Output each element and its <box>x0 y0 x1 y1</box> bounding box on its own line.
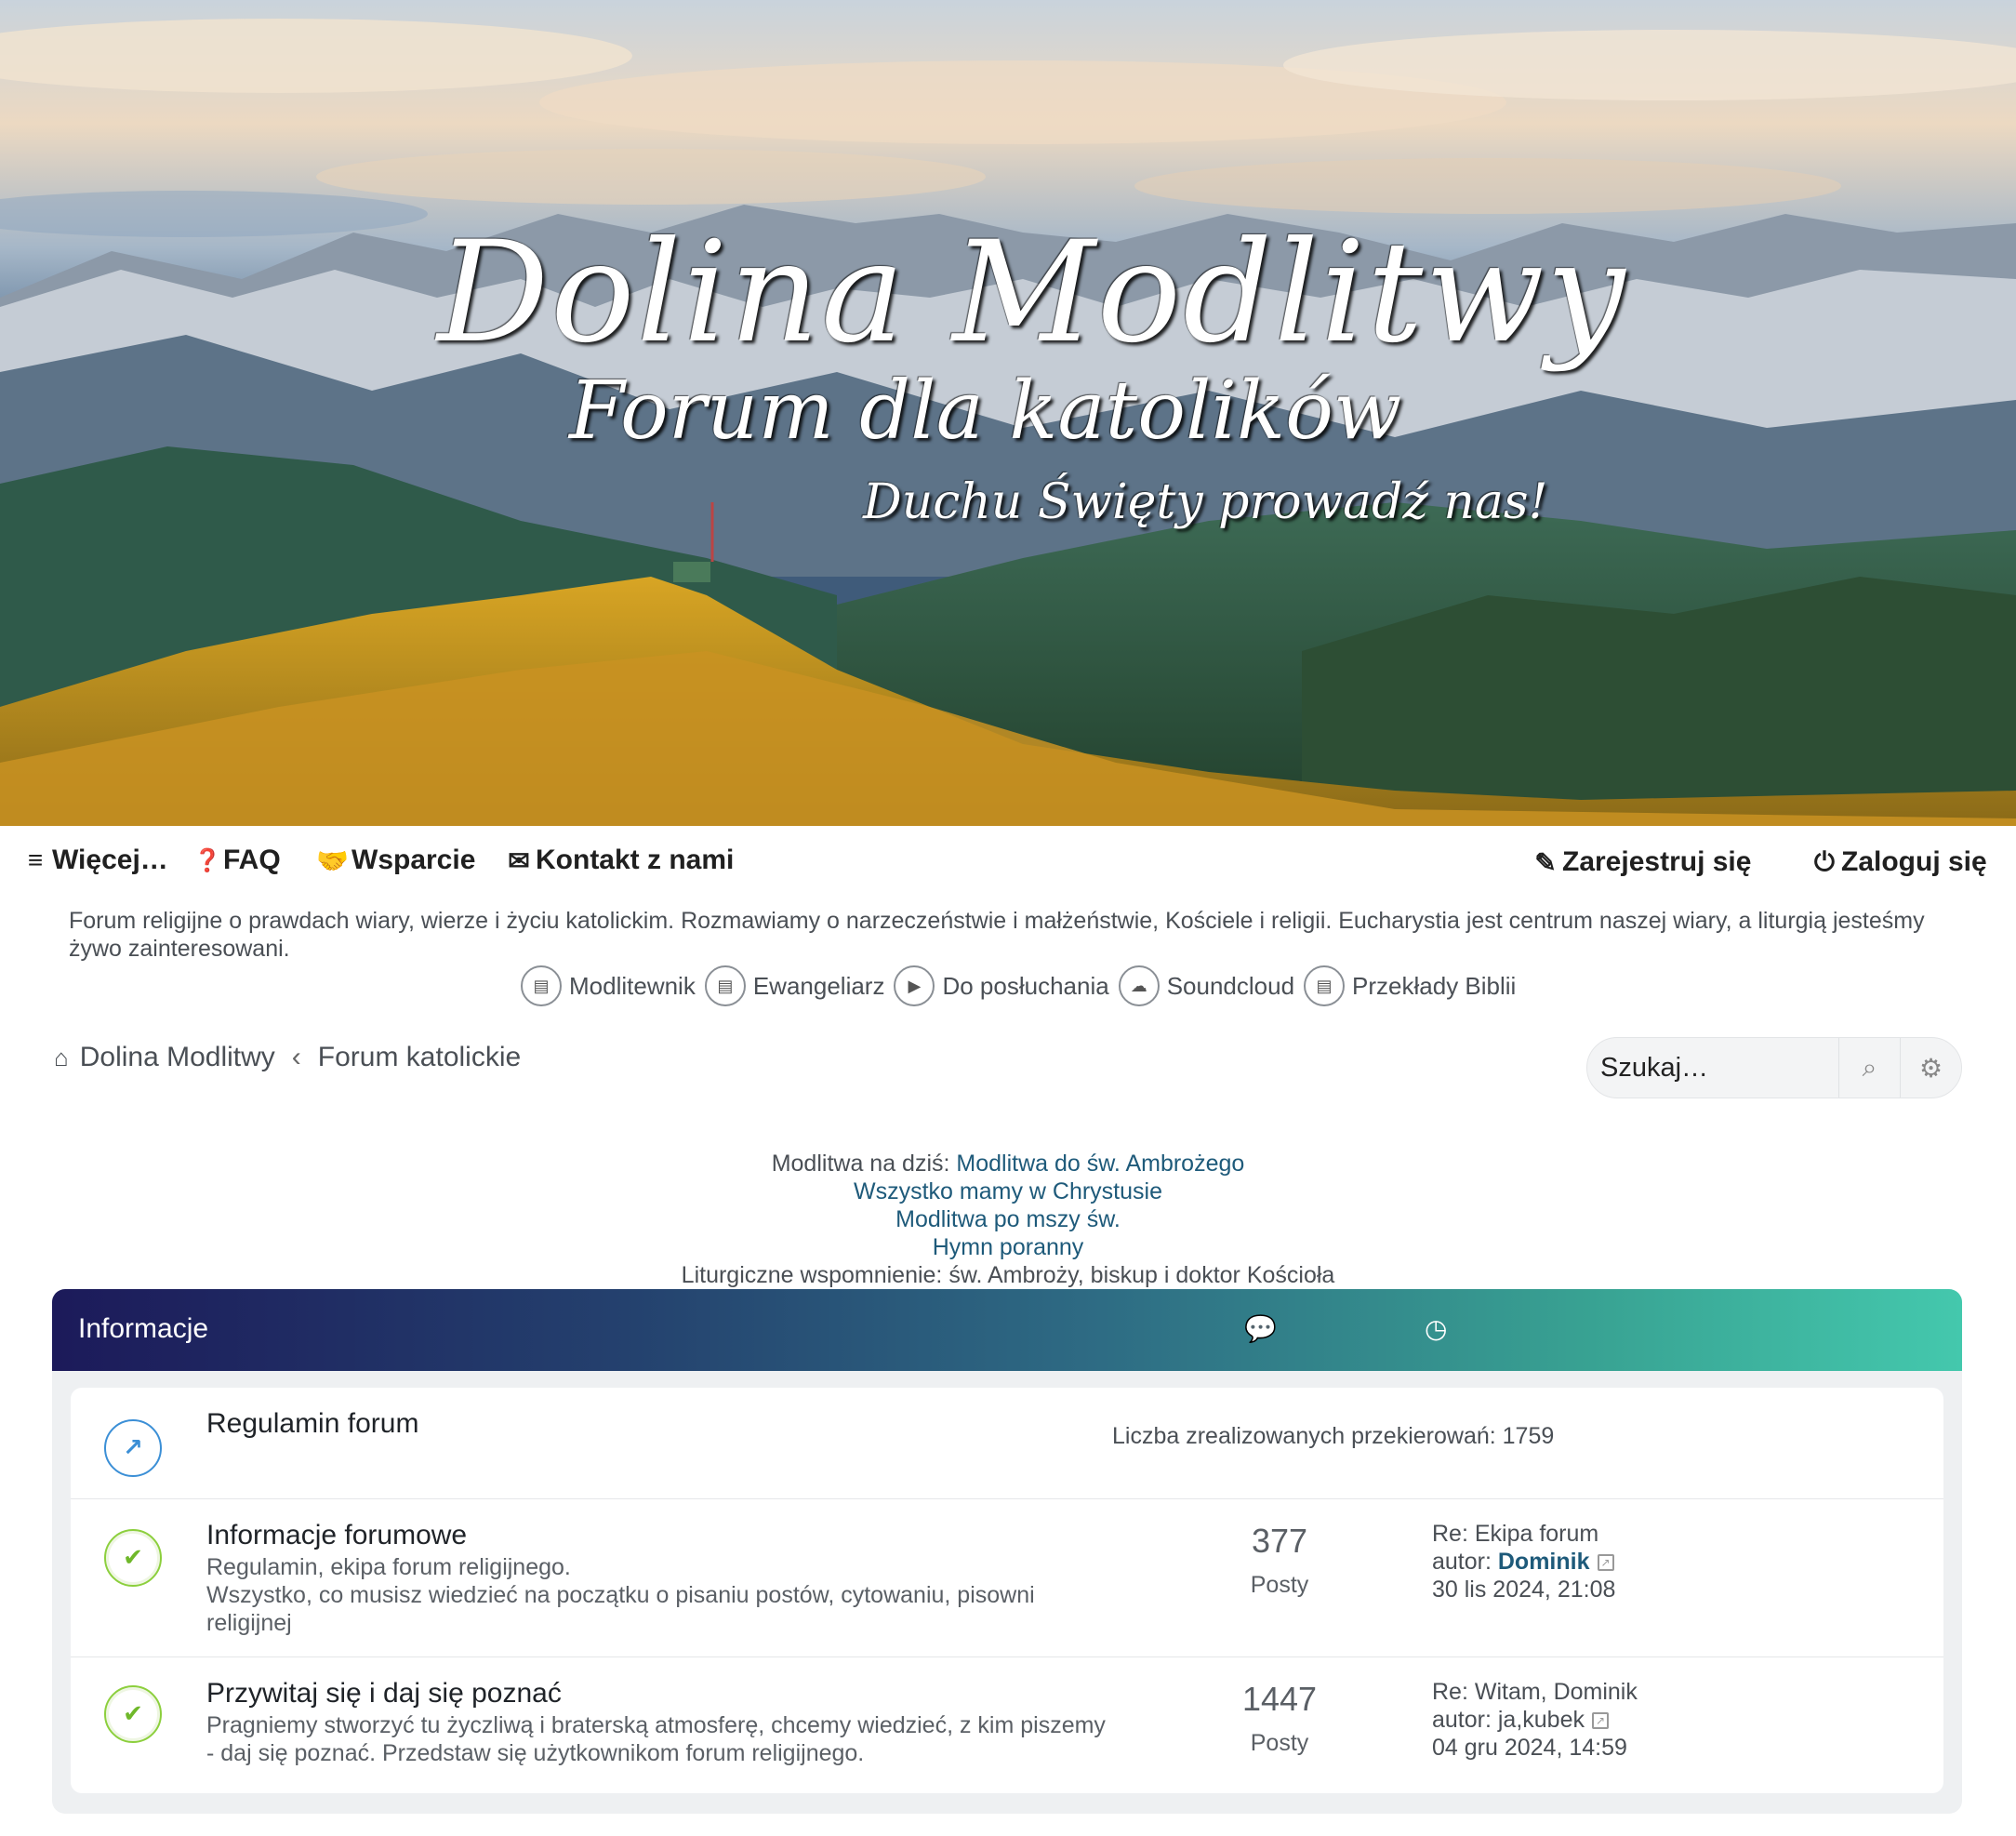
prayer-links: Modlitwa na dziś: Modlitwa do św. Ambroż… <box>0 1150 2016 1289</box>
forum-description-line: Wszystko, co musisz wiedzieć na początku… <box>206 1582 1035 1636</box>
author-link[interactable]: Dominik <box>1498 1549 1590 1575</box>
chevron-left-icon: ‹ <box>291 1042 301 1072</box>
last-post: Re: Ekipa forum autor: Dominik ↗ 30 lis 2… <box>1432 1520 1615 1603</box>
nav-login-label: Zaloguj się <box>1841 846 1987 877</box>
search-icon: ⌕ <box>1862 1052 1877 1083</box>
quicklink-przeklady-biblii[interactable]: ▤ Przekłady Biblii <box>1304 965 1516 1006</box>
question-circle-icon: ❓ <box>193 847 221 873</box>
author-prefix: autor: <box>1432 1549 1498 1575</box>
soundcloud-icon: ☁ <box>1118 965 1160 1006</box>
last-post-date: 30 lis 2024, 21:08 <box>1432 1577 1616 1603</box>
nav-register-label: Zarejestruj się <box>1562 846 1752 877</box>
prayer-today-line: Modlitwa na dziś: Modlitwa do św. Ambroż… <box>0 1150 2016 1177</box>
advanced-search-button[interactable]: ⚙ <box>1900 1038 1961 1098</box>
last-post-title-link[interactable]: Re: Ekipa forum <box>1432 1520 1615 1548</box>
nav-support-link[interactable]: 🤝 Wsparcie <box>316 845 475 876</box>
posts-count: 377 <box>1251 1522 1308 1560</box>
quicklink-modlitewnik[interactable]: ▤ Modlitewnik <box>521 965 696 1006</box>
book-icon: ▤ <box>521 965 562 1006</box>
forum-list: ↗ Regulamin forum Liczba zrealizowanych … <box>71 1388 1943 1793</box>
prayer-link[interactable]: Modlitwa po mszy św. <box>895 1206 1121 1232</box>
hamburger-icon: ≡ <box>27 845 44 874</box>
check-icon: ✔ <box>104 1685 162 1743</box>
handshake-icon: 🤝 <box>316 845 349 875</box>
quicklink-label: Ewangeliarz <box>752 971 885 1000</box>
comments-icon: 💬 <box>1244 1313 1277 1344</box>
search-box: ⌕ ⚙ <box>1586 1037 1962 1098</box>
quicklink-label: Modlitewnik <box>569 971 696 1000</box>
author-name[interactable]: ja,kubek <box>1498 1707 1585 1733</box>
external-link-icon: ↗ <box>104 1419 162 1477</box>
forum-description: Pragniemy stworzyć tu życzliwą i braters… <box>206 1712 1106 1766</box>
youtube-icon: ▶ <box>894 965 935 1006</box>
nav-faq-label: FAQ <box>223 845 281 875</box>
jump-to-post-icon[interactable]: ↗ <box>1592 1712 1609 1730</box>
search-button[interactable]: ⌕ <box>1838 1038 1900 1098</box>
category-body: ↗ Regulamin forum Liczba zrealizowanych … <box>52 1371 1962 1814</box>
category-header: Informacje 💬 ◷ <box>52 1289 1962 1371</box>
forum-row-informacje: ✔ Informacje forumowe Regulamin, ekipa f… <box>71 1499 1943 1657</box>
breadcrumb-forum-link[interactable]: Forum katolickie <box>318 1042 521 1073</box>
nav-contact-label: Kontakt z nami <box>536 845 735 875</box>
last-post: Re: Witam, Dominik autor: ja,kubek ↗ 04 g… <box>1432 1678 1638 1762</box>
site-description: Forum religijne o prawdach wiary, wierze… <box>69 908 1925 962</box>
clock-icon: ◷ <box>1425 1313 1448 1344</box>
edit-icon: ✎ <box>1534 847 1557 877</box>
breadcrumb: ⌂ Dolina Modlitwy ‹ Forum katolickie <box>54 1042 521 1073</box>
gear-icon: ⚙ <box>1918 1052 1943 1084</box>
last-post-title-link[interactable]: Re: Witam, Dominik <box>1432 1678 1638 1706</box>
nav-more-menu[interactable]: ≡ Więcej… <box>22 845 168 876</box>
banner-subtitle: Forum dla katolików <box>569 365 1402 458</box>
quicklink-label: Do posłuchania <box>942 971 1109 1000</box>
book-icon: ▤ <box>704 965 746 1006</box>
navbar: ≡ Więcej… ❓ FAQ 🤝 Wsparcie ✉ Kontakt z n… <box>0 826 2016 900</box>
quicklink-label: Przekłady Biblii <box>1352 971 1517 1000</box>
banner-title: Dolina Modlitwy <box>437 212 1627 374</box>
posts-count: 1447 <box>1241 1680 1318 1718</box>
power-icon: ⏻ <box>1813 846 1836 876</box>
category-title[interactable]: Informacje <box>78 1313 208 1345</box>
liturgical-memorial: Liturgiczne wspomnienie: św. Ambroży, bi… <box>681 1262 1335 1288</box>
last-post-date: 04 gru 2024, 14:59 <box>1432 1735 1627 1761</box>
posts-label: Posty <box>1250 1730 1309 1756</box>
last-post-author-line: autor: Dominik ↗ <box>1432 1548 1615 1576</box>
search-input[interactable] <box>1587 1038 1838 1098</box>
quicklinks-bar: ▤ Modlitewnik ▤ Ewangeliarz ▶ Do posłuch… <box>521 965 1519 1007</box>
quicklink-soundcloud[interactable]: ☁ Soundcloud <box>1118 965 1295 1006</box>
forum-title-link[interactable]: Regulamin forum <box>206 1408 418 1440</box>
forum-row-przywitaj: ✔ Przywitaj się i daj się poznać Pragnie… <box>71 1657 1943 1793</box>
banner-motto: Duchu Święty prowadź nas! <box>863 474 1548 530</box>
forum-description: Regulamin, ekipa forum religijnego. Wszy… <box>206 1553 1108 1637</box>
home-icon: ⌂ <box>54 1043 69 1071</box>
redirect-count: Liczba zrealizowanych przekierowań: 1759 <box>1112 1423 1555 1449</box>
quicklink-do-posluchania[interactable]: ▶ Do posłuchania <box>894 965 1109 1006</box>
nav-login-link[interactable]: ⏻ Zaloguj się <box>1811 846 1987 878</box>
prayer-link[interactable]: Wszystko mamy w Chrystusie <box>854 1178 1162 1204</box>
forum-description-line: Regulamin, ekipa forum religijnego. <box>206 1554 571 1580</box>
posts-label: Posty <box>1250 1572 1309 1598</box>
last-post-author-line: autor: ja,kubek ↗ <box>1432 1706 1638 1734</box>
forum-title-link[interactable]: Przywitaj się i daj się poznać <box>206 1678 562 1710</box>
nav-more-label: Więcej… <box>52 845 168 875</box>
nav-contact-link[interactable]: ✉ Kontakt z nami <box>506 845 734 876</box>
prayer-today-link[interactable]: Modlitwa do św. Ambrożego <box>956 1151 1244 1177</box>
jump-to-post-icon[interactable]: ↗ <box>1597 1554 1614 1572</box>
quicklink-ewangeliarz[interactable]: ▤ Ewangeliarz <box>704 965 885 1006</box>
nav-register-link[interactable]: ✎ Zarejestruj się <box>1532 846 1751 878</box>
prayer-today-label: Modlitwa na dziś: <box>771 1151 950 1177</box>
author-prefix: autor: <box>1432 1707 1498 1733</box>
check-icon: ✔ <box>104 1529 162 1587</box>
nav-support-label: Wsparcie <box>351 845 476 875</box>
book-icon: ▤ <box>1304 965 1346 1006</box>
envelope-icon: ✉ <box>508 845 530 875</box>
forum-title-link[interactable]: Informacje forumowe <box>206 1520 467 1551</box>
quicklink-label: Soundcloud <box>1166 971 1295 1000</box>
forum-row-regulamin: ↗ Regulamin forum Liczba zrealizowanych … <box>71 1388 1943 1499</box>
header-banner[interactable]: Dolina Modlitwy Forum dla katolików Duch… <box>0 0 2016 826</box>
nav-faq-link[interactable]: ❓ FAQ <box>193 845 281 876</box>
breadcrumb-home-link[interactable]: Dolina Modlitwy <box>80 1042 275 1073</box>
prayer-link[interactable]: Hymn poranny <box>933 1234 1084 1260</box>
